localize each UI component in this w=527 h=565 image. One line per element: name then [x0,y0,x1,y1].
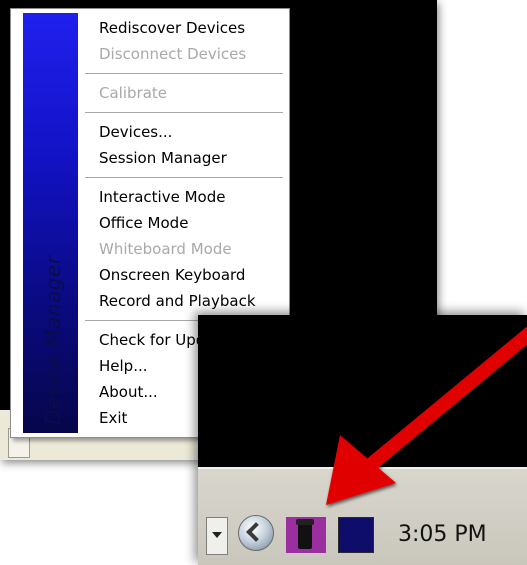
red-arrow-annotation [326,326,527,505]
menu-item-onscreen-keyboard[interactable]: Onscreen Keyboard [73,262,289,288]
taskbar-screenshot-panel: 3:05 PM [198,315,527,565]
menu-item-whiteboard-mode: Whiteboard Mode [99,240,232,258]
menu-item-office-mode[interactable]: Office Mode [73,210,289,236]
menu-item-session-manager[interactable]: Session Manager [73,145,289,171]
menu-side-band: Device Manager [23,13,78,433]
menu-separator [85,73,283,74]
menu-separator [85,112,283,113]
menu-item-disconnect-devices: Disconnect Devices [99,45,247,63]
menu-side-label: Device Manager [40,255,65,425]
menu-item-devices[interactable]: Devices... [73,119,289,145]
menu-item-interactive-mode[interactable]: Interactive Mode [73,184,289,210]
menu-item-record-and-playback[interactable]: Record and Playback [73,288,289,314]
menu-separator [85,177,283,178]
menu-item-calibrate: Calibrate [99,84,167,102]
menu-item-rediscover-devices[interactable]: Rediscover Devices [73,15,289,41]
